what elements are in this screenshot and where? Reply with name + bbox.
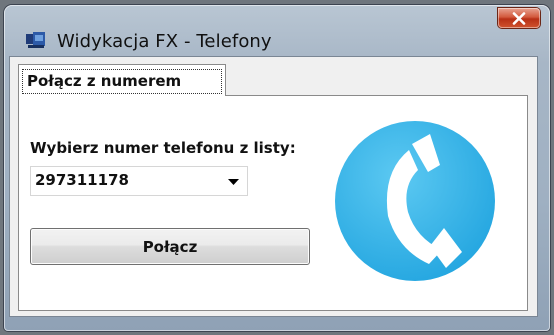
close-button[interactable] [498, 8, 540, 28]
chevron-down-icon [228, 179, 239, 185]
call-button[interactable]: Połącz [30, 228, 310, 265]
tab-label: Połącz z numerem [22, 69, 222, 94]
app-icon [26, 32, 45, 48]
window-title: Widykacja FX - Telefony [57, 31, 272, 52]
phone-number-select[interactable]: 297311178 [30, 166, 248, 196]
phone-list-label: Wybierz numer telefonu z listy: [30, 139, 296, 157]
close-icon [512, 11, 526, 25]
phone-handset-icon [335, 121, 495, 281]
phone-number-value: 297311178 [35, 171, 129, 189]
tab-connect-number[interactable]: Połącz z numerem [18, 64, 226, 96]
title-bar[interactable]: Widykacja FX - Telefony [4, 5, 550, 57]
call-button-label: Połącz [142, 237, 198, 256]
